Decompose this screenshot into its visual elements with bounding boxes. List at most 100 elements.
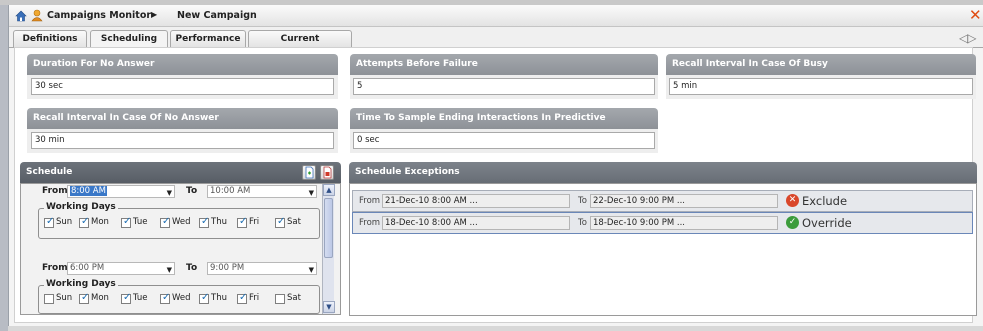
from-time-select[interactable]: 8:00 AM ▼ [67,185,175,198]
tab-bar: Definitions Scheduling Performance Curre… [9,27,983,60]
exception-to-field[interactable]: 18-Dec-10 9:00 PM ... [590,216,778,230]
checkbox-sun[interactable] [44,216,54,228]
day-label-sun: Sun [56,293,73,303]
home-icon[interactable] [15,10,27,22]
day-label-sun: Sun [56,217,73,227]
day-label-sat: Sat [287,217,301,227]
exception-from-field[interactable]: 18-Dec-10 8:00 AM ... [382,216,570,230]
exception-to-field[interactable]: 22-Dec-10 9:00 PM ... [590,194,778,208]
duration-no-answer-unit: sec [48,81,63,91]
attempts-before-failure-label: Attempts Before Failure [350,54,658,75]
day-label-thu: Thu [211,217,227,227]
recall-no-answer-value: 30 [35,135,46,145]
delete-document-icon [323,166,332,179]
chevron-down-icon: ▼ [308,266,314,274]
checkbox-fri[interactable] [237,292,247,304]
checkbox-tue[interactable] [121,216,131,228]
attempts-before-failure-input[interactable]: 5 [353,78,655,95]
window-bottom-border [8,326,983,331]
scroll-down-icon[interactable]: ▼ [323,301,335,313]
time-to-sample-value: 0 [357,135,363,145]
checkbox-wed[interactable] [160,216,170,228]
breadcrumb-separator-icon: ▶ [151,10,158,19]
to-label: To [186,186,198,196]
left-border [0,5,8,331]
from-label: From [42,186,68,196]
checkbox-mon[interactable] [79,292,89,304]
time-to-sample-input[interactable]: 0 sec [353,132,655,149]
checkbox-sun[interactable] [44,294,54,304]
to-time-value: 10:00 AM [210,186,251,196]
close-icon[interactable]: ✕ [969,7,982,23]
recall-busy-unit: min [681,81,698,91]
checkbox-fri[interactable] [237,216,247,228]
from-time-value: 6:00 PM [70,263,105,273]
schedule-scrollbar[interactable]: ▲ ▼ [322,184,335,314]
to-time-select[interactable]: 9:00 PM ▼ [207,262,317,275]
chevron-down-icon: ▼ [166,266,172,274]
tab-scroll-arrows-icon[interactable]: ◁▷ [959,31,976,45]
exception-from-label: From [359,196,381,206]
from-time-select[interactable]: 6:00 PM ▼ [67,262,175,275]
day-label-tue: Tue [133,293,148,303]
duration-no-answer-input[interactable]: 30 sec [31,78,334,95]
recall-busy-input[interactable]: 5 min [669,78,973,95]
day-label-fri: Fri [249,293,260,303]
recall-busy-label: Recall Interval In Case Of Busy [666,54,976,75]
tab-current-interactions[interactable]: Current Interactions [248,30,352,60]
add-schedule-button[interactable] [302,165,316,180]
exception-from-field[interactable]: 21-Dec-10 8:00 AM ... [382,194,570,208]
tab-definitions[interactable]: Definitions [13,30,87,48]
time-to-sample-label: Time To Sample Ending Interactions In Pr… [350,108,658,129]
from-time-value: 8:00 AM [70,186,107,196]
checkbox-mon[interactable] [79,216,89,228]
exclude-icon: ✕ [786,194,799,207]
campaign-monitor-icon [31,9,43,22]
checkbox-wed[interactable] [160,292,170,304]
time-to-sample-unit: sec [365,135,380,145]
working-days-label: Working Days [44,202,118,212]
schedule-header: Schedule [20,162,341,183]
working-days-label: Working Days [44,279,118,289]
recall-no-answer-input[interactable]: 30 min [31,132,334,149]
day-label-thu: Thu [211,293,227,303]
scroll-thumb[interactable] [324,198,333,258]
scroll-up-icon[interactable]: ▲ [323,184,335,196]
chevron-down-icon: ▼ [166,189,172,197]
exception-from-label: From [359,218,381,228]
recall-busy-value: 5 [673,81,679,91]
add-document-icon [305,166,314,179]
chevron-down-icon: ▼ [308,189,314,197]
attempts-before-failure-value: 5 [357,81,363,91]
day-label-sat: Sat [287,293,301,303]
day-label-wed: Wed [172,217,191,227]
to-time-select[interactable]: 10:00 AM ▼ [207,185,317,198]
recall-no-answer-label: Recall Interval In Case Of No Answer [27,108,338,129]
checkbox-sat[interactable] [275,294,285,304]
exception-to-label: To [578,218,587,228]
title-bar: Campaigns Monitor ▶ New Campaign ✕ [9,5,983,27]
duration-no-answer-value: 30 [35,81,46,91]
tab-performance[interactable]: Performance [170,30,246,48]
exception-status: Override [802,216,852,230]
override-icon: ✓ [786,216,799,229]
breadcrumb-new-campaign: New Campaign [177,10,257,21]
to-time-value: 9:00 PM [210,263,245,273]
checkbox-sat[interactable] [275,216,285,228]
recall-no-answer-unit: min [48,135,65,145]
exception-to-label: To [578,196,587,206]
day-label-tue: Tue [133,217,148,227]
checkbox-thu[interactable] [199,292,209,304]
checkbox-tue[interactable] [121,292,131,304]
checkbox-thu[interactable] [199,216,209,228]
from-label: From [42,263,68,273]
day-label-mon: Mon [91,293,109,303]
breadcrumb-campaigns-monitor[interactable]: Campaigns Monitor [47,10,151,21]
delete-schedule-button[interactable] [320,165,334,180]
duration-no-answer-label: Duration For No Answer [27,54,338,75]
day-label-fri: Fri [249,217,260,227]
exception-status: Exclude [802,194,848,208]
schedule-exceptions-header: Schedule Exceptions [349,162,977,183]
day-label-wed: Wed [172,293,191,303]
day-label-mon: Mon [91,217,109,227]
